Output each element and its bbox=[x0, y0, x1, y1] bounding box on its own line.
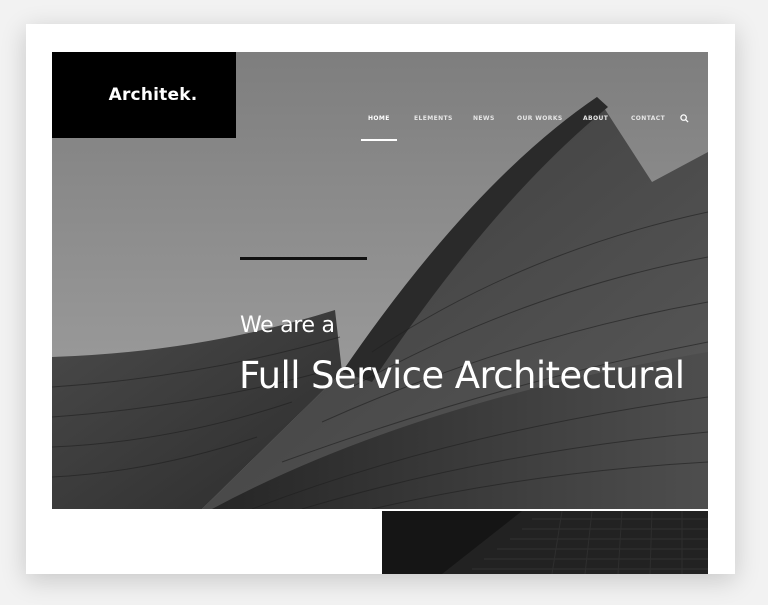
search-icon[interactable] bbox=[680, 114, 689, 123]
nav-item-contact[interactable]: CONTACT bbox=[631, 115, 665, 122]
nav-item-about[interactable]: ABOUT bbox=[583, 115, 608, 122]
nav-item-home[interactable]: HOME bbox=[368, 115, 390, 122]
logo-block[interactable]: Architek. bbox=[52, 52, 236, 138]
building-facade-image bbox=[382, 511, 708, 574]
site-logo[interactable]: Architek. bbox=[109, 85, 198, 105]
hero-accent-line bbox=[240, 257, 367, 260]
active-nav-indicator bbox=[361, 139, 397, 141]
nav-item-our-works[interactable]: OUR WORKS bbox=[517, 115, 563, 122]
hero-subtitle: We are a bbox=[240, 313, 335, 338]
nav-item-news[interactable]: NEWS bbox=[473, 115, 495, 122]
nav-item-elements[interactable]: ELEMENTS bbox=[414, 115, 453, 122]
hero-title: Full Service Architectural bbox=[239, 354, 685, 397]
next-section-image bbox=[382, 511, 708, 574]
